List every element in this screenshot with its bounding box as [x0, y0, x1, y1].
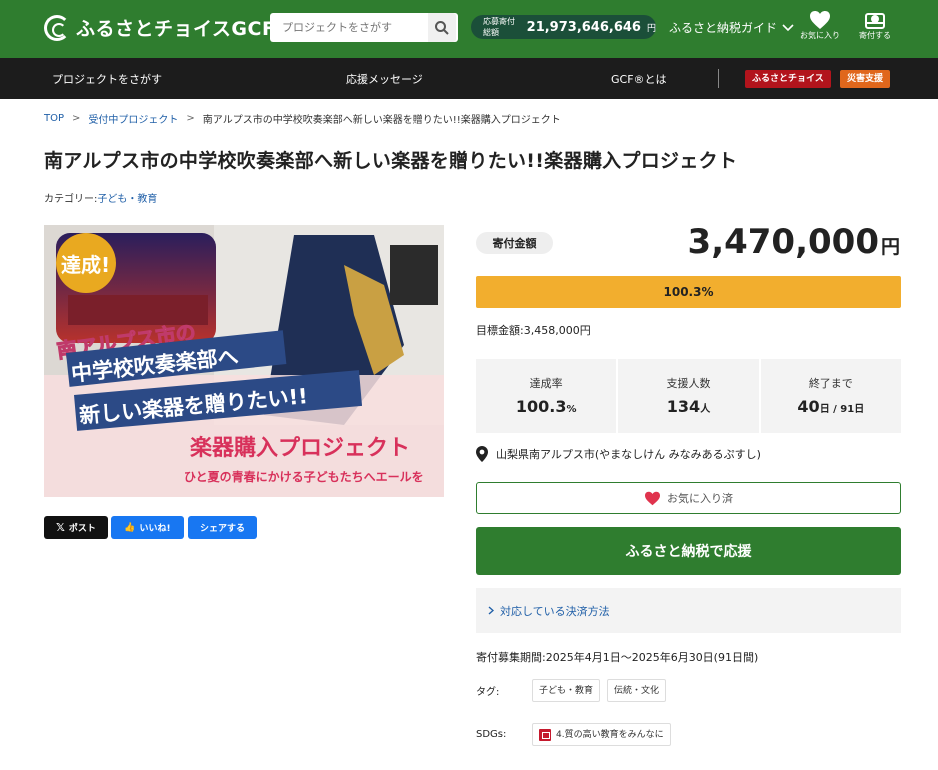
logo-text: ふるさとチョイスGCF — [76, 18, 276, 40]
search-button[interactable] — [428, 13, 456, 42]
donation-period: 寄付募集期間:2025年4月1日〜2025年6月30日(91日間) — [476, 651, 759, 664]
stat-number: 40 — [797, 397, 820, 416]
amount-value-group: 3,470,000 円 — [688, 222, 900, 262]
stat-value: 134人 — [618, 397, 758, 416]
nav-divider — [718, 69, 719, 88]
target-amount: 目標金額:3,458,000円 — [476, 324, 591, 337]
logo-icon — [44, 14, 70, 41]
stat-achievement: 達成率 100.3% — [476, 359, 617, 433]
nav-badge-disaster[interactable]: 災害支援 — [840, 70, 891, 88]
hero-line-5: ひと夏の青春にかける子どもたちへエールを — [184, 469, 424, 484]
search-box — [270, 13, 458, 42]
location-text: 山梨県南アルプス市(やまなしけん みなみあるぷすし) — [496, 448, 761, 461]
stat-unit: % — [566, 404, 577, 415]
stat-number: 100.3 — [515, 397, 567, 416]
tags-label: タグ: — [476, 687, 500, 698]
stat-number: 134 — [666, 397, 701, 416]
donate-box-icon — [865, 13, 885, 29]
stat-value: 100.3% — [476, 397, 616, 416]
hero-illustration: 達成! 南アルプス市の 中学校吹奏楽部へ 新しい楽器を贈りたい!! 楽器購入プロ… — [44, 225, 444, 497]
facebook-like-button[interactable]: 👍 いいね! — [111, 516, 184, 539]
nav-item-messages[interactable]: 応援メッセージ — [346, 71, 423, 87]
breadcrumb-current: 南アルプス市の中学校吹奏楽部へ新しい楽器を贈りたい!!楽器購入プロジェクト — [202, 115, 561, 126]
search-icon — [435, 20, 449, 35]
site-logo[interactable]: ふるさとチョイスGCF — [44, 14, 275, 41]
guide-menu[interactable]: ふるさと納税ガイド — [669, 19, 794, 36]
favorites-label: お気に入り — [800, 31, 840, 40]
chevron-right-icon — [488, 606, 494, 615]
favorite-button[interactable]: お気に入り済 — [476, 482, 901, 514]
total-unit: 円 — [646, 23, 656, 34]
payment-methods-toggle[interactable]: 対応している決済方法 — [476, 588, 901, 633]
amount-unit: 円 — [880, 236, 900, 258]
sdgs-row: SDGs: 4.質の高い教育をみんなに — [476, 723, 678, 746]
breadcrumb-open-projects[interactable]: 受付中プロジェクト — [88, 111, 178, 126]
nav-item-about[interactable]: GCF®とは — [611, 71, 667, 87]
total-label: 応募寄付総額 — [483, 17, 515, 37]
hero-badge-text: 達成! — [61, 253, 110, 277]
search-input[interactable] — [270, 14, 428, 41]
favorite-label: お気に入り済 — [667, 492, 733, 505]
donate-label: 寄付する — [859, 31, 891, 40]
stat-value: 40日 / 91日 — [761, 397, 901, 416]
like-label: いいね! — [139, 524, 171, 534]
category-line: カテゴリー:子ども・教育 — [44, 190, 157, 205]
donate-button[interactable]: ふるさと納税で応援 — [476, 527, 901, 575]
map-pin-icon — [476, 446, 488, 462]
sdgs-label: SDGs: — [476, 729, 507, 740]
x-logo-icon: 𝕏 — [56, 521, 65, 534]
amount-value: 3,470,000 — [687, 222, 879, 262]
tags-row: タグ: 子ども・教育 伝統・文化 — [476, 679, 673, 702]
total-donations-badge: 応募寄付総額 21,973,646,646 円 — [471, 15, 656, 39]
stat-label: 終了まで — [808, 377, 853, 390]
page-title: 南アルプス市の中学校吹奏楽部へ新しい楽器を贈りたい!!楽器購入プロジェクト — [44, 150, 738, 172]
nav-item-search[interactable]: プロジェクトをさがす — [52, 71, 162, 87]
location-line: 山梨県南アルプス市(やまなしけん みなみあるぷすし) — [476, 446, 761, 462]
chevron-down-icon — [782, 23, 794, 31]
category-label: カテゴリー: — [44, 194, 98, 205]
breadcrumb-separator: > — [72, 113, 81, 124]
stat-unit: 日 / 91日 — [819, 404, 865, 415]
facebook-share-button[interactable]: シェアする — [188, 516, 257, 539]
top-header: ふるさとチョイスGCF 応募寄付総額 21,973,646,646 円 ふるさと… — [0, 0, 938, 58]
heart-icon — [810, 11, 830, 29]
stat-label: 支援人数 — [666, 377, 711, 390]
thumbs-up-icon: 👍 — [124, 522, 136, 533]
stat-days-left: 終了まで 40日 / 91日 — [760, 359, 901, 433]
hero-line-4: 楽器購入プロジェクト — [190, 435, 410, 461]
total-value: 21,973,646,646 — [526, 19, 641, 35]
amount-label: 寄付金額 — [476, 232, 553, 254]
guide-label: ふるさと納税ガイド — [669, 21, 778, 35]
stat-unit: 人 — [700, 404, 711, 415]
category-link[interactable]: 子ども・教育 — [97, 194, 157, 205]
share-x-button[interactable]: 𝕏 ポスト — [44, 516, 108, 539]
breadcrumb-separator: > — [186, 113, 195, 124]
heart-icon — [645, 491, 660, 505]
sdg-chip[interactable]: 4.質の高い教育をみんなに — [532, 723, 671, 746]
stat-supporters: 支援人数 134人 — [618, 359, 759, 433]
breadcrumb-top[interactable]: TOP — [44, 113, 64, 124]
payment-methods-label: 対応している決済方法 — [500, 604, 610, 618]
stat-label: 達成率 — [529, 377, 563, 390]
project-hero-image: 達成! 南アルプス市の 中学校吹奏楽部へ 新しい楽器を贈りたい!! 楽器購入プロ… — [44, 225, 444, 497]
progress-bar: 100.3% — [476, 276, 901, 308]
favorites-link[interactable]: お気に入り — [795, 10, 845, 41]
sdg-label: 4.質の高い教育をみんなに — [556, 729, 664, 740]
sdg-4-icon — [539, 728, 551, 741]
share-x-label: ポスト — [68, 524, 96, 534]
tag-chip[interactable]: 伝統・文化 — [607, 679, 667, 702]
breadcrumb: TOP > 受付中プロジェクト > 南アルプス市の中学校吹奏楽部へ新しい楽器を贈… — [44, 111, 561, 126]
donate-link[interactable]: 寄付する — [850, 10, 900, 41]
progress-text: 100.3% — [663, 285, 714, 299]
share-label: シェアする — [199, 524, 245, 534]
nav-badge-choice[interactable]: ふるさとチョイス — [745, 70, 831, 88]
tag-chip[interactable]: 子ども・教育 — [532, 679, 601, 702]
stats-panel: 達成率 100.3% 支援人数 134人 終了まで 40日 / 91日 — [476, 359, 901, 433]
